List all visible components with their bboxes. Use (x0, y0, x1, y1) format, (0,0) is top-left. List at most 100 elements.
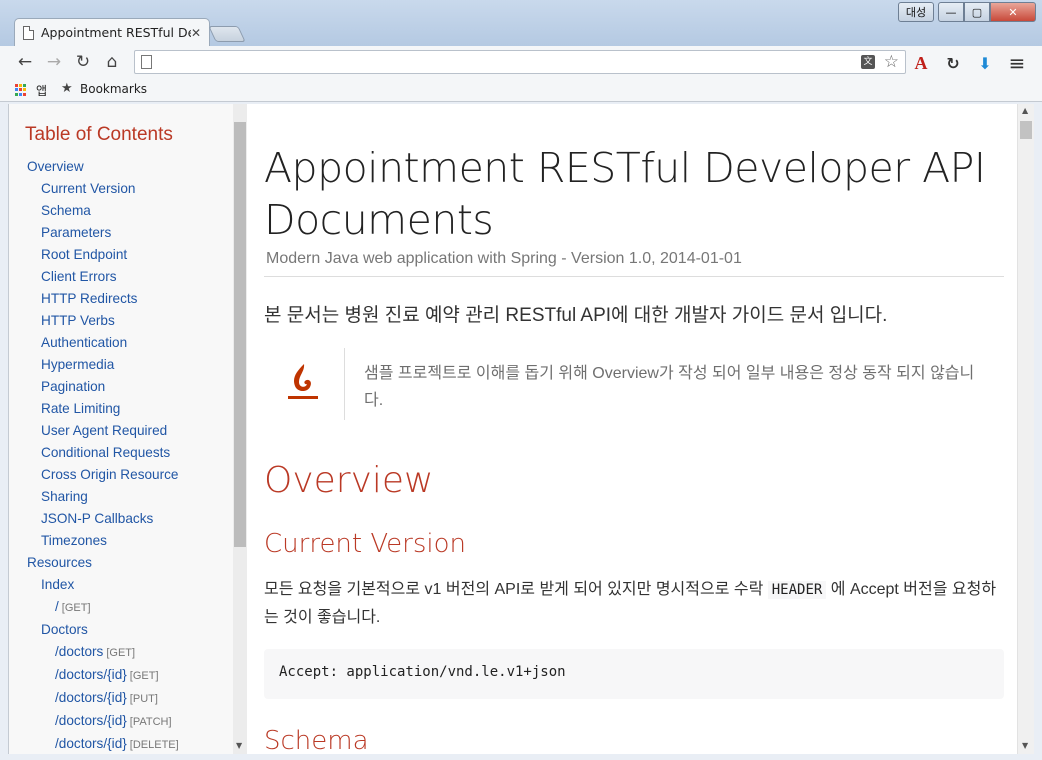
divider (264, 276, 1004, 277)
page-title: Appointment RESTful Developer API Docume… (264, 144, 986, 244)
toc-item-label[interactable]: Root Endpoint (41, 247, 127, 262)
address-input[interactable] (159, 53, 849, 71)
toc-item[interactable]: Resources (27, 552, 179, 574)
apps-grid-icon[interactable] (15, 84, 27, 96)
toc-item[interactable]: Index (27, 574, 179, 596)
toc-item-label[interactable]: Client Errors (41, 269, 117, 284)
header-code: HEADER (767, 581, 827, 599)
toc-item-label[interactable]: Sharing (41, 489, 88, 504)
toc-item-label[interactable]: HTTP Redirects (41, 291, 137, 306)
toc-item[interactable]: /doctors [GET] (27, 641, 179, 664)
toc-item[interactable]: Schema (27, 200, 179, 222)
translate-icon[interactable]: 文 (861, 55, 875, 69)
toc-item[interactable]: User Agent Required (27, 420, 179, 442)
toc-item[interactable]: Current Version (27, 178, 179, 200)
toc-item-label[interactable]: /doctors/{id} (55, 690, 127, 705)
http-verb-badge: [GET] (129, 670, 159, 682)
page-icon (141, 55, 152, 69)
toc-item-label[interactable]: Doctors (41, 622, 88, 637)
toc-item-label[interactable]: /doctors/{id} (55, 713, 127, 728)
toc-item-label[interactable]: Rate Limiting (41, 401, 120, 416)
toc-item[interactable]: Timezones (27, 530, 179, 552)
toc-item-label[interactable]: Timezones (41, 533, 107, 548)
toc-item-label[interactable]: Authentication (41, 335, 127, 350)
minimize-button[interactable]: — (938, 2, 964, 22)
toc-scrollbar[interactable]: ▼ (233, 104, 247, 754)
lead-paragraph: 본 문서는 병원 진료 예약 관리 RESTful API에 대한 개발자 가이… (264, 305, 888, 326)
toc-item[interactable]: Doctors (27, 619, 179, 641)
page-subtitle: Modern Java web application with Spring … (266, 250, 742, 267)
reload-button[interactable]: ↻ (72, 51, 94, 73)
toc-item-label[interactable]: Pagination (41, 379, 105, 394)
toc-item[interactable]: / [GET] (27, 596, 179, 619)
toc-item[interactable]: Authentication (27, 332, 179, 354)
toc-item[interactable]: /doctors/{id} [PATCH] (27, 710, 179, 733)
toc-item[interactable]: Sharing (27, 486, 179, 508)
toc-item[interactable]: HTTP Verbs (27, 310, 179, 332)
back-button[interactable]: ← (14, 51, 36, 73)
toc-item-label[interactable]: / (55, 599, 59, 614)
bookmarks-label[interactable]: Bookmarks (80, 82, 147, 96)
address-bar[interactable]: 文 ☆ (134, 50, 906, 74)
toc-item-label[interactable]: Hypermedia (41, 357, 114, 372)
scroll-down-icon[interactable]: ▼ (1022, 741, 1028, 750)
toc-item[interactable]: Hypermedia (27, 354, 179, 376)
toc-item[interactable]: Rate Limiting (27, 398, 179, 420)
toc-item-label[interactable]: JSON-P Callbacks (41, 511, 153, 526)
toc-item-label[interactable]: Parameters (41, 225, 111, 240)
toc-item-label[interactable]: Resources (27, 555, 92, 570)
apps-label[interactable]: 앱 (36, 82, 47, 99)
toc-item[interactable]: /doctors/{id} [PUT] (27, 687, 179, 710)
toc-item[interactable]: Parameters (27, 222, 179, 244)
toc-item-label[interactable]: Cross Origin Resource (41, 467, 179, 482)
toc-item[interactable]: /doctors/{id} [DELETE] (27, 733, 179, 754)
toc-item-label[interactable]: Index (41, 577, 74, 592)
toc-item[interactable]: Conditional Requests (27, 442, 179, 464)
toc-item-label[interactable]: /doctors/{id} (55, 736, 127, 751)
toc-item[interactable]: Cross Origin Resource (27, 464, 179, 486)
toc-item-label[interactable]: /doctors (55, 644, 103, 659)
page-scrollbar[interactable]: ▲ ▼ (1017, 104, 1034, 754)
sync-extension-icon[interactable]: ↻ (942, 52, 964, 74)
close-window-button[interactable]: ✕ (990, 2, 1036, 22)
tip-text: 샘플 프로젝트로 이해를 돕기 위해 Overview가 작성 되어 일부 내용… (364, 365, 975, 409)
toc-item[interactable]: /doctors/{id} [GET] (27, 664, 179, 687)
current-version-paragraph: 모든 요청을 기본적으로 v1 버전의 API로 받게 되어 있지만 명시적으로… (264, 576, 1004, 631)
toc-scrollbar-thumb[interactable] (234, 122, 246, 547)
toc-item[interactable]: HTTP Redirects (27, 288, 179, 310)
toc-scroll-down-icon[interactable]: ▼ (236, 741, 242, 750)
http-verb-badge: [GET] (61, 602, 91, 614)
table-of-contents: Table of Contents Overview Current Versio… (9, 104, 233, 754)
admonition-divider (344, 348, 345, 420)
toc-list: Overview Current Version Schema Parameters R… (27, 156, 179, 754)
scroll-up-icon[interactable]: ▲ (1022, 106, 1028, 115)
toc-item-label[interactable]: Schema (41, 203, 91, 218)
toc-item[interactable]: Overview (27, 156, 179, 178)
toc-item[interactable]: JSON-P Callbacks (27, 508, 179, 530)
toc-item-label[interactable]: /doctors/{id} (55, 667, 127, 682)
tab-close-icon[interactable]: ✕ (191, 26, 201, 40)
home-button[interactable]: ⌂ (101, 51, 123, 73)
toc-item-label[interactable]: HTTP Verbs (41, 313, 115, 328)
current-version-heading: Current Version (264, 529, 466, 559)
bookmarks-bar: 앱 ★ Bookmarks (0, 78, 1042, 102)
toc-item[interactable]: Pagination (27, 376, 179, 398)
page-scrollbar-thumb[interactable] (1020, 121, 1032, 139)
menu-icon[interactable]: ≡ (1006, 51, 1028, 75)
new-tab-button[interactable] (208, 26, 246, 42)
toc-item-label[interactable]: Overview (27, 159, 84, 174)
download-extension-icon[interactable]: ⬇ (974, 52, 996, 74)
maximize-button[interactable]: ▢ (964, 2, 990, 22)
toc-item-label[interactable]: Current Version (41, 181, 135, 196)
acrobat-extension-icon[interactable]: A (910, 52, 932, 74)
user-profile-button[interactable]: 대성 (898, 2, 934, 22)
bookmark-star-icon[interactable]: ☆ (884, 52, 899, 72)
browser-tab[interactable]: Appointment RESTful De ✕ (14, 18, 210, 46)
code-listing: Accept: application/vnd.le.v1+json (264, 649, 1004, 699)
forward-button[interactable]: → (43, 51, 65, 73)
toc-item[interactable]: Client Errors (27, 266, 179, 288)
toc-item[interactable]: Root Endpoint (27, 244, 179, 266)
http-verb-badge: [PUT] (129, 693, 158, 705)
toc-item-label[interactable]: Conditional Requests (41, 445, 170, 460)
toc-item-label[interactable]: User Agent Required (41, 423, 167, 438)
